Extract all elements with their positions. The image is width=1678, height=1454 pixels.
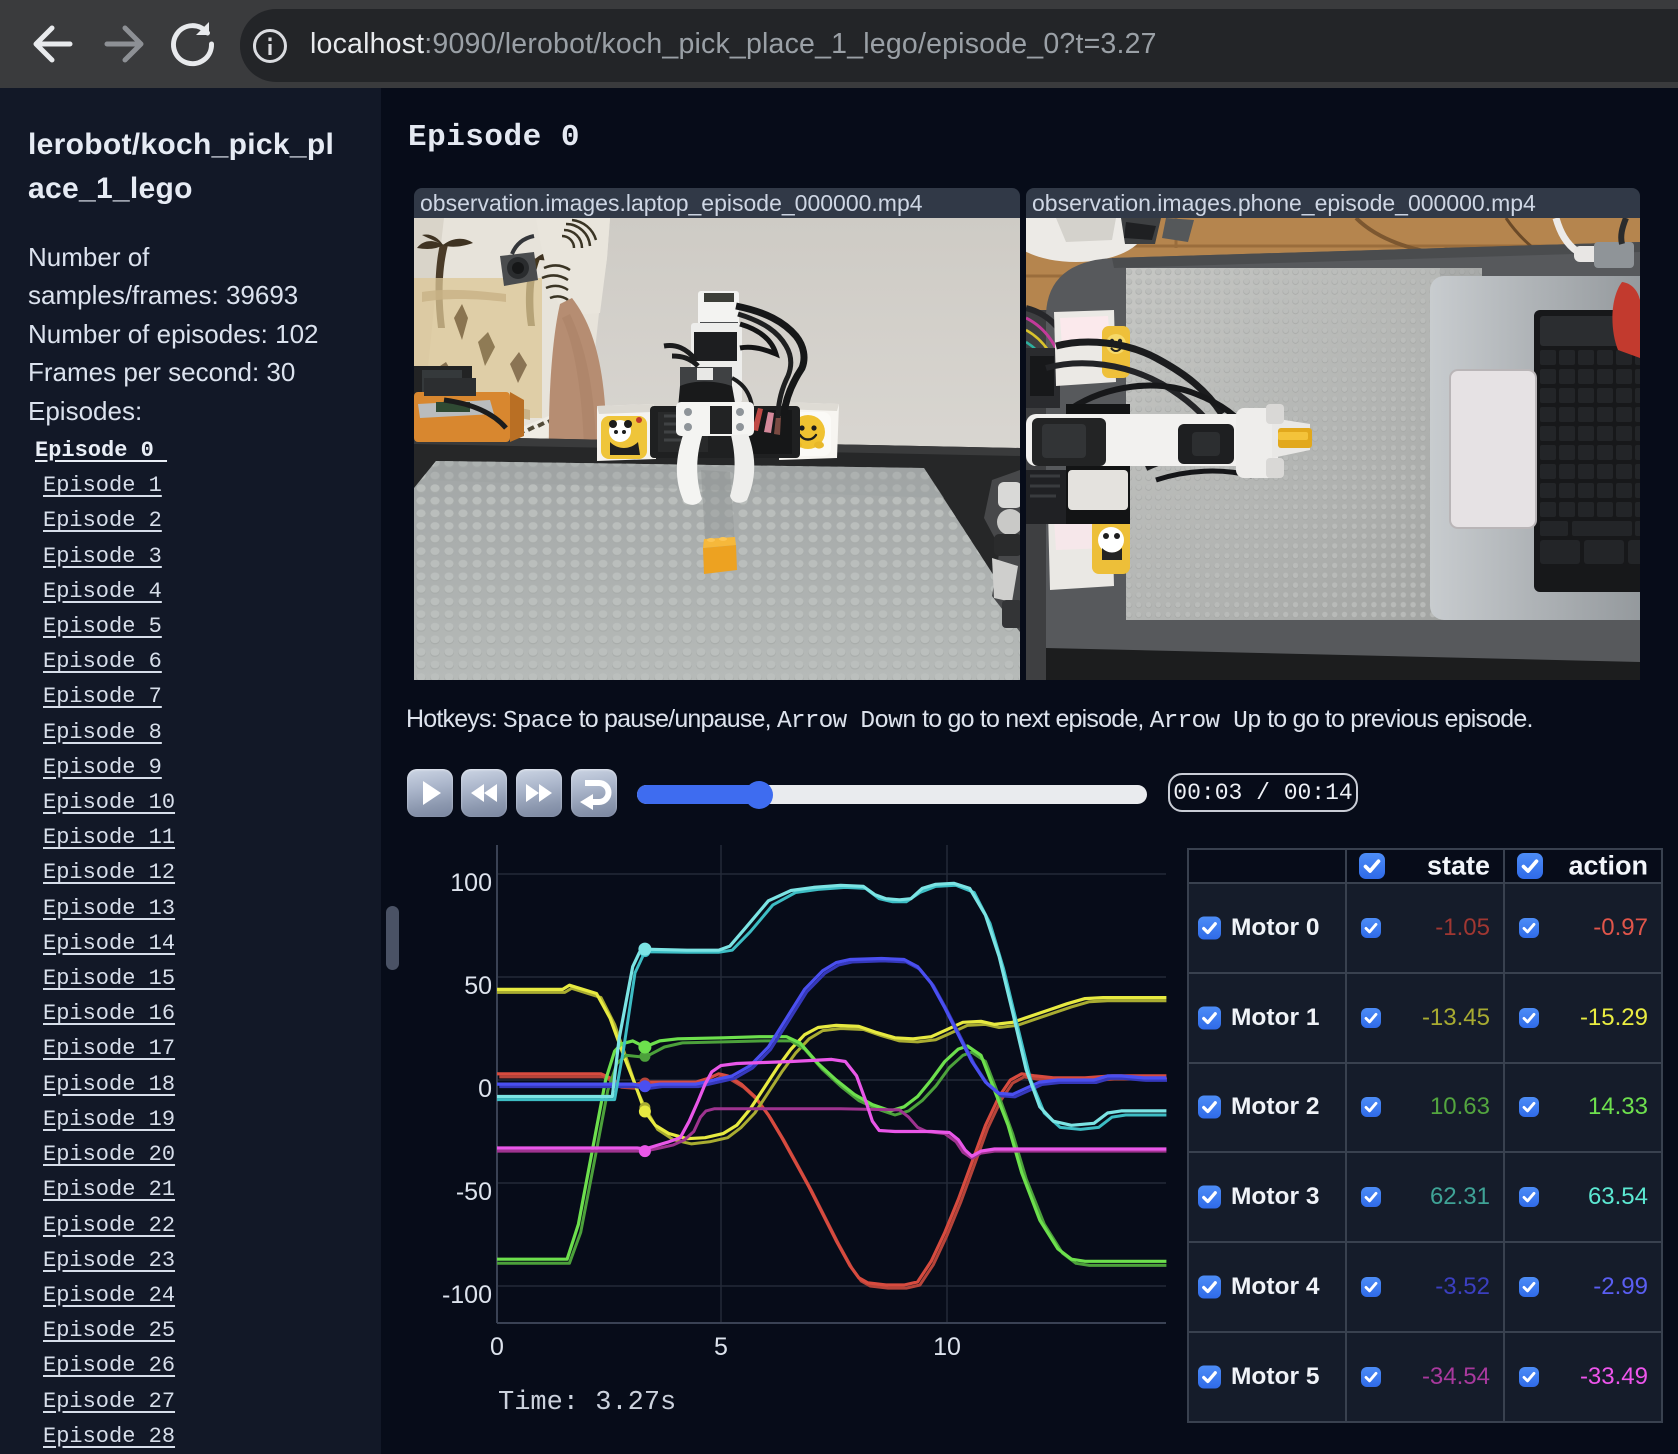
svg-text:100: 100 (450, 869, 492, 897)
svg-text:-100: -100 (442, 1281, 492, 1309)
svg-text:10: 10 (933, 1333, 961, 1361)
svg-text:50: 50 (464, 972, 492, 1000)
svg-text:5: 5 (714, 1333, 728, 1361)
svg-text:0: 0 (478, 1075, 492, 1103)
svg-text:-50: -50 (456, 1178, 492, 1206)
svg-text:0: 0 (490, 1333, 504, 1361)
